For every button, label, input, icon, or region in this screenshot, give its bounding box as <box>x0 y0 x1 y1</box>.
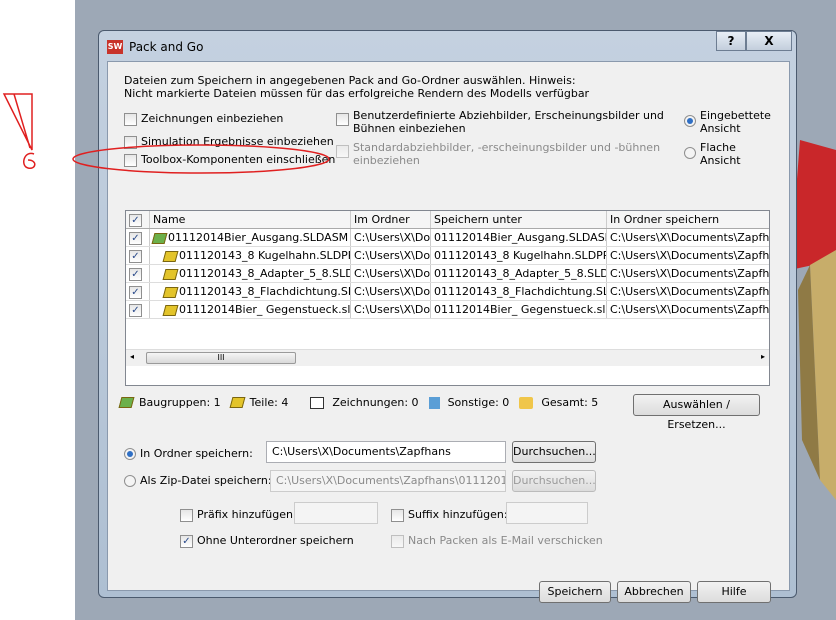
add-suffix-checkbox[interactable]: Suffix hinzufügen: <box>391 508 508 522</box>
save-as[interactable]: 011120143_8_Flachdichtung.SLD <box>431 283 607 300</box>
in-folder: C:\Users\X\Do <box>351 265 431 282</box>
select-all-checkbox[interactable]: ✓ <box>129 213 142 227</box>
part-icon <box>162 304 179 316</box>
column-save-as[interactable]: Speichern unter <box>431 211 607 228</box>
table-row[interactable]: ✓ 011120143_8_Flachdichtung.SLDPI C:\Use… <box>126 283 769 301</box>
intro-text: Dateien zum Speichern in angegebenen Pac… <box>124 74 576 87</box>
pack-and-go-dialog: SW Pack and Go ? X Dateien zum Speichern… <box>72 30 797 603</box>
in-folder: C:\Users\X\Do <box>351 247 431 264</box>
folder-icon <box>519 396 534 409</box>
file-summary: Baugruppen: 1 Teile: 4 Zeichnungen: 0 So… <box>118 396 598 409</box>
folder-path-input[interactable]: C:\Users\X\Documents\Zapfhans <box>266 441 506 463</box>
help-button[interactable]: Hilfe <box>697 581 771 603</box>
part-icon <box>162 250 179 262</box>
title-bar: SW Pack and Go <box>107 37 203 57</box>
horizontal-scrollbar[interactable]: ◂ III ▸ <box>126 349 769 366</box>
in-folder: C:\Users\X\Do <box>351 301 431 318</box>
close-button[interactable]: X <box>746 31 792 51</box>
column-name[interactable]: Name <box>150 211 351 228</box>
dialog-body: Dateien zum Speichern in angegebenen Pac… <box>72 61 790 603</box>
assembly-icon <box>151 232 168 244</box>
save-to-folder[interactable]: C:\Users\X\Documents\Zapfhans <box>607 247 769 264</box>
file-name: 011120143_8_Adapter_5_8.SLDPR <box>179 267 351 280</box>
browse-zip-button[interactable]: Durchsuchen... <box>512 470 596 492</box>
table-row[interactable]: ✓ 01112014Bier_Ausgang.SLDASM C:\Users\X… <box>126 229 769 247</box>
include-drawings-checkbox[interactable]: Zeichnungen einbeziehen <box>124 112 283 126</box>
row-checkbox[interactable]: ✓ <box>129 267 142 281</box>
column-save-to-folder[interactable]: In Ordner speichern <box>607 211 769 228</box>
nested-view-radio[interactable]: Eingebettete Ansicht <box>684 109 771 135</box>
dialog-title: Pack and Go <box>129 40 204 54</box>
prefix-input[interactable] <box>294 502 378 524</box>
table-row[interactable]: ✓ 01112014Bier_ Gegenstueck.sldprt C:\Us… <box>126 301 769 319</box>
flat-view-radio[interactable]: Flache Ansicht <box>684 141 741 167</box>
save-to-folder[interactable]: C:\Users\X\Documents\Zapfhans <box>607 229 769 246</box>
save-to-folder[interactable]: C:\Users\X\Documents\Zapfhans <box>607 301 769 318</box>
save-as[interactable]: 011120143_8_Adapter_5_8.SLDPR <box>431 265 607 282</box>
other-file-icon <box>428 396 440 409</box>
files-table: ✓ Name Im Ordner Speichern unter In Ordn… <box>125 210 770 386</box>
save-as-zip-radio[interactable]: Als Zip-Datei speichern: <box>124 474 272 487</box>
file-name: 01112014Bier_ Gegenstueck.sldprt <box>179 303 351 316</box>
row-checkbox[interactable]: ✓ <box>129 249 142 263</box>
assembly-icon <box>118 397 135 408</box>
row-checkbox[interactable]: ✓ <box>129 231 142 245</box>
file-name: 011120143_8_Flachdichtung.SLDPI <box>179 285 350 298</box>
add-prefix-checkbox[interactable]: Präfix hinzufügen: <box>180 508 297 522</box>
cancel-button[interactable]: Abbrechen <box>617 581 691 603</box>
zip-path-input[interactable]: C:\Users\X\Documents\Zapfhans\01112014Bi <box>270 470 506 492</box>
save-as[interactable]: 01112014Bier_Ausgang.SLDASM <box>431 229 607 246</box>
part-icon <box>162 286 179 298</box>
browse-folder-button[interactable]: Durchsuchen... <box>512 441 596 463</box>
row-checkbox[interactable]: ✓ <box>129 303 142 317</box>
file-name: 011120143_8 Kugelhahn.SLDPRT <box>179 249 351 262</box>
save-button[interactable]: Speichern <box>539 581 611 603</box>
row-checkbox[interactable]: ✓ <box>129 285 142 299</box>
intro-text-2: Nicht markierte Dateien müssen für das e… <box>124 87 590 100</box>
table-row[interactable]: ✓ 011120143_8_Adapter_5_8.SLDPR C:\Users… <box>126 265 769 283</box>
part-icon <box>162 268 179 280</box>
include-standard-decals-checkbox[interactable]: Standardabziehbilder, -erscheinungsbilde… <box>336 141 660 167</box>
in-folder: C:\Users\X\Do <box>351 283 431 300</box>
select-replace-button[interactable]: Auswählen / Ersetzen... <box>633 394 760 431</box>
no-subfolders-checkbox[interactable]: ✓ Ohne Unterordner speichern <box>180 534 354 548</box>
include-custom-decals-checkbox[interactable]: Benutzerdefinierte Abziehbilder, Erschei… <box>336 109 664 135</box>
scrollbar-thumb[interactable]: III <box>146 352 296 364</box>
drawing-icon <box>310 396 325 409</box>
solidworks-icon: SW <box>107 40 123 54</box>
table-row[interactable]: ✓ 011120143_8 Kugelhahn.SLDPRT C:\Users\… <box>126 247 769 265</box>
save-as[interactable]: 01112014Bier_ Gegenstueck.sldp <box>431 301 607 318</box>
email-after-pack-checkbox[interactable]: Nach Packen als E-Mail verschicken <box>391 534 603 548</box>
table-header: ✓ Name Im Ordner Speichern unter In Ordn… <box>126 211 769 229</box>
column-in-folder[interactable]: Im Ordner <box>351 211 431 228</box>
save-to-folder[interactable]: C:\Users\X\Documents\Zapfhans <box>607 265 769 282</box>
save-to-folder-radio[interactable]: In Ordner speichern: <box>124 447 253 460</box>
part-icon <box>229 397 246 408</box>
scroll-right-icon[interactable]: ▸ <box>761 352 765 361</box>
handwritten-annotation <box>2 93 36 169</box>
scroll-left-icon[interactable]: ◂ <box>130 352 134 361</box>
save-to-folder[interactable]: C:\Users\X\Documents\Zapfhans <box>607 283 769 300</box>
in-folder: C:\Users\X\Do <box>351 229 431 246</box>
suffix-input[interactable] <box>506 502 588 524</box>
help-title-button[interactable]: ? <box>716 31 746 51</box>
file-name: 01112014Bier_Ausgang.SLDASM <box>168 231 349 244</box>
save-as[interactable]: 011120143_8 Kugelhahn.SLDPRT <box>431 247 607 264</box>
red-highlight-ellipse <box>72 144 330 174</box>
